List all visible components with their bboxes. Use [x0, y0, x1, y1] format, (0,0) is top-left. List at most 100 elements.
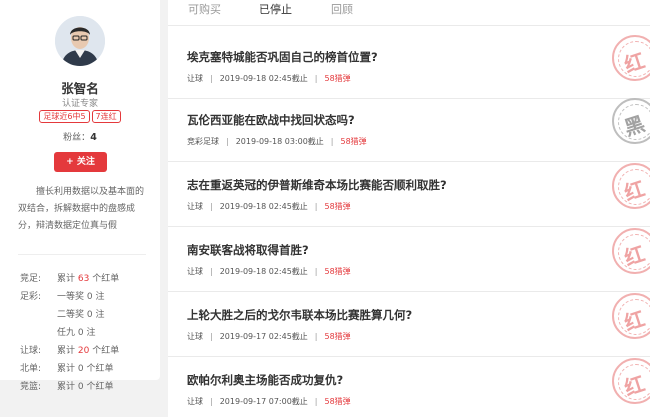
stat-number: 0: [77, 382, 84, 392]
content-panel: 可购买 已停止 回顾 埃克塞特城能否巩固自己的榜首位置? 让球 | 2019-09-1…: [168, 0, 650, 417]
stat-row: 任九 0 注: [20, 324, 155, 342]
record-badge: 足球近6中5: [39, 110, 90, 123]
tab-bar: 可购买 已停止 回顾: [168, 0, 650, 26]
item-title[interactable]: 瓦伦西亚能在欧战中找回状态吗?: [187, 112, 355, 128]
item-meta: 竞彩足球 | 2019-09-18 03:00截止 | 58猎弹: [187, 136, 367, 147]
divider: |: [330, 137, 334, 146]
item-title[interactable]: 志在重返英冠的伊普斯维奇本场比赛能否顺利取胜?: [187, 177, 447, 193]
avatar[interactable]: [55, 16, 105, 66]
divider: |: [210, 74, 213, 83]
item-title[interactable]: 埃克塞特城能否巩固自己的榜首位置?: [187, 49, 378, 65]
item-deadline: 2019-09-17 07:00截止: [219, 397, 308, 406]
stat-prefix: 累计: [57, 274, 76, 284]
item-meta: 让球 | 2019-09-17 02:45截止 | 58猎弹: [187, 331, 351, 342]
item-deadline: 2019-09-17 02:45截止: [219, 332, 308, 341]
item-meta: 让球 | 2019-09-17 07:00截止 | 58猎弹: [187, 396, 351, 407]
stat-value: 累计 20 个红单: [57, 342, 119, 360]
stamp-text: 黑: [621, 111, 648, 141]
item-meta: 让球 | 2019-09-18 02:45截止 | 58猎弹: [187, 201, 351, 212]
item-price: 58猎弹: [324, 74, 351, 83]
divider: |: [210, 397, 213, 406]
item-price: 58猎弹: [324, 202, 351, 211]
item-type: 让球: [187, 267, 203, 276]
profile-level: 认证专家: [61, 99, 98, 109]
stat-label: 北单:: [20, 364, 42, 374]
item-price: 58猎弹: [324, 397, 351, 406]
item-deadline: 2019-09-18 02:45截止: [219, 202, 308, 211]
list-item[interactable]: 上轮大胜之后的戈尔韦联本场比赛胜算几何? 让球 | 2019-09-17 02:45截…: [168, 291, 650, 357]
item-price: 58猎弹: [324, 267, 351, 276]
item-type: 竞彩足球: [187, 137, 219, 146]
item-type: 让球: [187, 202, 203, 211]
item-title[interactable]: 上轮大胜之后的戈尔韦联本场比赛胜算几何?: [187, 307, 412, 323]
stat-suffix: 个红单: [92, 274, 120, 284]
stat-suffix: 注: [95, 310, 105, 320]
stamp-text: 红: [621, 306, 648, 336]
result-stamp-icon: 红: [612, 228, 650, 274]
stamp-text: 红: [621, 176, 648, 206]
item-type: 让球: [187, 332, 203, 341]
stat-prefix: 任九: [57, 328, 76, 338]
stamp-text: 红: [621, 371, 648, 401]
tab-stopped[interactable]: 已停止: [259, 1, 292, 17]
stat-suffix: 个红单: [86, 382, 114, 392]
stat-value: 累计 0 个红单: [57, 378, 114, 396]
divider: |: [314, 397, 318, 406]
item-title[interactable]: 欧帕尔利奥主场能否成功复仇?: [187, 372, 343, 388]
list-item[interactable]: 瓦伦西亚能在欧战中找回状态吗? 竞彩足球 | 2019-09-18 03:00截止 | 5…: [168, 96, 650, 162]
divider: |: [314, 202, 318, 211]
list-item[interactable]: 埃克塞特城能否巩固自己的榜首位置? 让球 | 2019-09-18 02:45截止 | 5…: [168, 33, 650, 99]
profile-panel: 张智名 认证专家 足球近6中5 7连红 粉丝：4 + 关注 擅长利用数据以及基本…: [0, 0, 160, 392]
stat-row: 竞篮: 累计 0 个红单: [20, 378, 155, 396]
stat-prefix: 累计: [57, 364, 76, 374]
item-type: 让球: [187, 397, 203, 406]
divider: [18, 254, 146, 255]
stat-row: 足彩: 一等奖 0 注: [20, 288, 155, 306]
stat-label: 竞足:: [20, 274, 42, 284]
stat-number: 0: [77, 328, 84, 338]
stat-value: 任九 0 注: [57, 324, 96, 342]
result-stamp-icon: 红: [612, 293, 650, 339]
stat-prefix: 累计: [57, 346, 76, 356]
divider: |: [314, 267, 318, 276]
stat-label: 足彩:: [20, 292, 42, 302]
list-item[interactable]: 南安联客战将取得首胜? 让球 | 2019-09-18 02:45截止 | 58猎弹 红: [168, 226, 650, 292]
stat-label: 竞篮:: [20, 382, 42, 392]
stat-label: 让球:: [20, 346, 42, 356]
badge-group: 足球近6中5 7连红: [0, 110, 160, 123]
result-stamp-icon: 红: [612, 35, 650, 81]
tab-available[interactable]: 可购买: [188, 1, 221, 17]
stat-number: 0: [86, 310, 93, 320]
item-title[interactable]: 南安联客战将取得首胜?: [187, 242, 309, 258]
tab-review[interactable]: 回顾: [331, 1, 353, 17]
follow-button[interactable]: + 关注: [54, 152, 107, 172]
divider: |: [210, 267, 213, 276]
stat-suffix: 注: [95, 292, 105, 302]
divider: |: [210, 202, 213, 211]
divider: |: [314, 74, 318, 83]
stat-prefix: 累计: [57, 382, 76, 392]
stamp-text: 红: [621, 241, 648, 271]
item-deadline: 2019-09-18 03:00截止: [235, 137, 324, 146]
profile-bio: 擅长利用数据以及基本面的双结合，拆解数据中的盘感成分，辩清数据定位真与假: [18, 187, 145, 231]
streak-badge: 7连红: [91, 110, 121, 123]
item-type: 让球: [187, 74, 203, 83]
stat-value: 一等奖 0 注: [57, 288, 105, 306]
divider: |: [226, 137, 229, 146]
stat-value: 二等奖 0 注: [57, 306, 105, 324]
stat-suffix: 个红单: [92, 346, 120, 356]
list-item[interactable]: 欧帕尔利奥主场能否成功复仇? 让球 | 2019-09-17 07:00截止 | 58猎弹…: [168, 356, 650, 417]
stat-prefix: 二等奖: [57, 310, 85, 320]
stat-suffix: 个红单: [86, 364, 114, 374]
fans-value: 4: [90, 132, 97, 143]
stat-value: 累计 0 个红单: [57, 360, 114, 378]
list-item[interactable]: 志在重返英冠的伊普斯维奇本场比赛能否顺利取胜? 让球 | 2019-09-18 02:…: [168, 161, 650, 227]
divider: |: [314, 332, 318, 341]
item-deadline: 2019-09-18 02:45截止: [219, 267, 308, 276]
stat-number: 0: [77, 364, 84, 374]
item-deadline: 2019-09-18 02:45截止: [219, 74, 308, 83]
divider: |: [210, 332, 213, 341]
stat-row: 北单: 累计 0 个红单: [20, 360, 155, 378]
stat-number: 63: [77, 274, 90, 284]
stat-prefix: 一等奖: [57, 292, 85, 302]
